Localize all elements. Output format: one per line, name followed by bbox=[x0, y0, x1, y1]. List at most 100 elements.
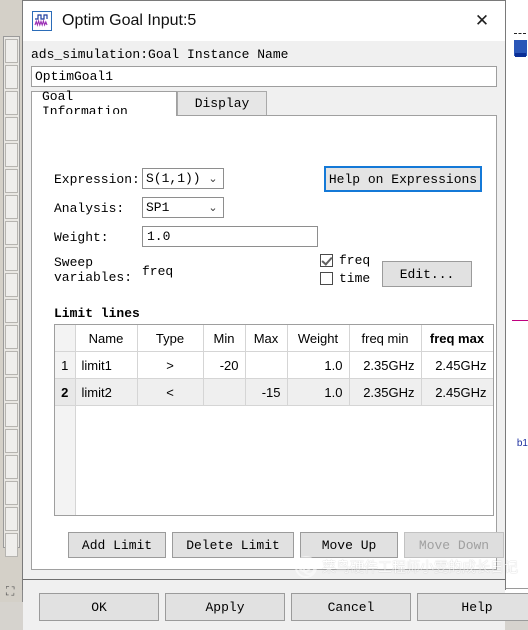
dialog-titlebar[interactable]: Optim Goal Input:5 ✕ bbox=[23, 1, 505, 42]
background-right-panel: b1 bbox=[512, 0, 528, 602]
goal-information-panel: Expression: S(1,1)) ⌄ Help on Expression… bbox=[31, 115, 504, 570]
checkbox-time-label: time bbox=[339, 271, 371, 286]
move-down-label: Move Down bbox=[418, 537, 490, 553]
move-up-button[interactable]: Move Up bbox=[300, 532, 398, 558]
limit-lines-title: Limit lines bbox=[54, 306, 140, 321]
cell-freq-min[interactable]: 2.35GHz bbox=[349, 378, 422, 406]
instance-name-label: ads_simulation:Goal Instance Name bbox=[31, 47, 289, 62]
cell-name[interactable]: limit1 bbox=[75, 351, 138, 379]
expression-value: S(1,1)) bbox=[146, 171, 201, 186]
weight-label: Weight: bbox=[54, 230, 109, 245]
palette-slot bbox=[5, 507, 18, 531]
waveform-icon bbox=[32, 11, 52, 31]
palette-slot bbox=[5, 403, 18, 427]
column-header-type[interactable]: Type bbox=[137, 325, 204, 352]
background-component-icon bbox=[514, 40, 527, 57]
palette-slot bbox=[5, 221, 18, 245]
delete-limit-label: Delete Limit bbox=[186, 537, 280, 553]
weight-value: 1.0 bbox=[147, 229, 171, 244]
add-limit-button[interactable]: Add Limit bbox=[68, 532, 166, 558]
cell-freq-max[interactable]: 2.45GHz bbox=[421, 351, 493, 379]
palette-slot bbox=[5, 143, 18, 167]
checkbox-time[interactable] bbox=[320, 272, 333, 285]
dialog-footer: OK Apply Cancel Help bbox=[23, 580, 528, 630]
tab-seam bbox=[32, 114, 176, 116]
palette-slot bbox=[5, 533, 18, 557]
add-limit-label: Add Limit bbox=[81, 537, 153, 553]
cell-max[interactable]: -15 bbox=[245, 378, 288, 406]
column-header-freq-max[interactable]: freq max bbox=[421, 325, 493, 352]
palette-slot bbox=[5, 351, 18, 375]
palette-slot bbox=[5, 429, 18, 453]
column-header-name[interactable]: Name bbox=[75, 325, 138, 352]
help-on-expressions-button[interactable]: Help on Expressions bbox=[324, 166, 482, 192]
cell-weight[interactable]: 1.0 bbox=[287, 351, 350, 379]
palette-slot bbox=[5, 377, 18, 401]
table-row[interactable]: 1 limit1 > -20 1.0 2.35GHz 2.45GHz bbox=[55, 351, 493, 379]
close-icon[interactable]: ✕ bbox=[459, 1, 505, 41]
cell-freq-max[interactable]: 2.45GHz bbox=[421, 378, 493, 406]
row-number: 2 bbox=[55, 378, 76, 406]
checkbox-freq-label: freq bbox=[339, 253, 371, 268]
palette-slot bbox=[5, 91, 18, 115]
dialog-title: Optim Goal Input:5 bbox=[62, 12, 197, 29]
ok-button[interactable]: OK bbox=[39, 593, 159, 621]
apply-button[interactable]: Apply bbox=[165, 593, 285, 621]
palette-slot bbox=[5, 195, 18, 219]
sweep-variables-value: freq bbox=[142, 264, 174, 279]
help-button[interactable]: Help bbox=[417, 593, 528, 621]
limit-lines-table[interactable]: Name Type Min Max Weight freq min freq m… bbox=[54, 324, 494, 516]
cell-name[interactable]: limit2 bbox=[75, 378, 138, 406]
cell-freq-min[interactable]: 2.35GHz bbox=[349, 351, 422, 379]
palette-slot bbox=[5, 325, 18, 349]
column-header-weight[interactable]: Weight bbox=[287, 325, 350, 352]
row-number-empty bbox=[55, 405, 76, 515]
delete-limit-button[interactable]: Delete Limit bbox=[172, 532, 294, 558]
palette-slot bbox=[5, 117, 18, 141]
move-down-button: Move Down bbox=[404, 532, 504, 558]
analysis-value: SP1 bbox=[146, 200, 170, 215]
background-magenta-rule bbox=[512, 320, 528, 321]
instance-name-input[interactable] bbox=[31, 66, 497, 87]
help-on-expressions-label: Help on Expressions bbox=[328, 171, 478, 187]
row-number: 1 bbox=[55, 351, 76, 379]
tab-display-label: Display bbox=[194, 96, 250, 111]
checkbox-row-freq[interactable]: freq bbox=[320, 253, 370, 268]
table-empty-area[interactable] bbox=[55, 405, 493, 515]
expression-select[interactable]: S(1,1)) ⌄ bbox=[142, 168, 224, 189]
palette-slot bbox=[5, 247, 18, 271]
chevron-down-icon: ⌄ bbox=[208, 173, 218, 185]
sweep-variables-label-line2: variables: bbox=[54, 270, 133, 285]
background-left-toolbar bbox=[0, 0, 23, 602]
checkbox-freq[interactable] bbox=[320, 254, 333, 267]
tab-display[interactable]: Display bbox=[177, 91, 267, 115]
dialog-body: ads_simulation:Goal Instance Name Goal I… bbox=[23, 41, 528, 630]
tab-strip: Goal Information Display bbox=[31, 89, 497, 119]
edit-sweep-button[interactable]: Edit... bbox=[382, 261, 472, 287]
column-header-min[interactable]: Min bbox=[203, 325, 246, 352]
cell-min[interactable] bbox=[203, 378, 246, 406]
cell-max[interactable] bbox=[245, 351, 288, 379]
column-header-max[interactable]: Max bbox=[245, 325, 288, 352]
column-header-rownum bbox=[55, 325, 76, 352]
weight-input[interactable]: 1.0 bbox=[142, 226, 318, 247]
column-header-freq-min[interactable]: freq min bbox=[349, 325, 422, 352]
background-palette bbox=[3, 36, 20, 557]
cell-type[interactable]: > bbox=[137, 351, 204, 379]
palette-slot bbox=[5, 65, 18, 89]
cancel-button[interactable]: Cancel bbox=[291, 593, 411, 621]
cell-type[interactable]: < bbox=[137, 378, 204, 406]
table-row[interactable]: 2 limit2 < -15 1.0 2.35GHz 2.45GHz bbox=[55, 378, 493, 406]
edit-sweep-label: Edit... bbox=[399, 266, 455, 282]
tab-goal-information[interactable]: Goal Information bbox=[31, 89, 177, 119]
analysis-select[interactable]: SP1 ⌄ bbox=[142, 197, 224, 218]
cell-weight[interactable]: 1.0 bbox=[287, 378, 350, 406]
empty-cell bbox=[75, 405, 493, 515]
checkbox-row-time[interactable]: time bbox=[320, 271, 370, 286]
move-up-label: Move Up bbox=[321, 537, 377, 553]
table-header-row: Name Type Min Max Weight freq min freq m… bbox=[55, 325, 493, 352]
cell-min[interactable]: -20 bbox=[203, 351, 246, 379]
sweep-variables-label-line1: Sweep bbox=[54, 255, 94, 270]
palette-slot bbox=[5, 481, 18, 505]
palette-slot bbox=[5, 39, 18, 63]
